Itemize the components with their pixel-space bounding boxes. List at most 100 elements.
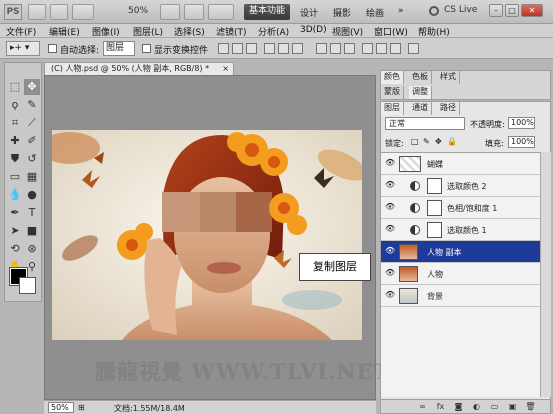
tab-swatches[interactable]: 色板 xyxy=(409,71,432,84)
menu-file[interactable]: 文件(F) xyxy=(6,25,36,38)
bridge-button[interactable] xyxy=(28,4,46,20)
tab-color[interactable]: 颜色 xyxy=(381,71,404,84)
shape-tool-icon[interactable]: ■ xyxy=(24,223,40,239)
layer-row-selected[interactable]: 👁 人物 副本 xyxy=(381,241,540,263)
brush-tool-icon[interactable]: ✐ xyxy=(24,133,40,149)
align-right-icon[interactable] xyxy=(292,43,303,54)
lock-pixels-icon[interactable]: ✎ xyxy=(423,137,430,146)
view-extras-button[interactable] xyxy=(72,4,94,20)
type-tool-icon[interactable]: T xyxy=(24,205,40,221)
layers-scrollbar[interactable] xyxy=(540,152,551,397)
workspace-design[interactable]: 设计 xyxy=(300,6,318,19)
distribute-hcenter-icon[interactable] xyxy=(376,43,387,54)
distribute-vcenter-icon[interactable] xyxy=(330,43,341,54)
maximize-button[interactable]: □ xyxy=(505,4,519,17)
dodge-tool-icon[interactable]: ● xyxy=(24,187,40,203)
layer-row[interactable]: 👁 人物 xyxy=(381,263,540,285)
layer-row[interactable]: 👁 选取颜色 2 xyxy=(381,175,540,197)
quick-select-tool-icon[interactable]: ✎ xyxy=(24,97,40,113)
more-workspaces-icon[interactable]: » xyxy=(398,6,404,16)
path-select-tool-icon[interactable]: ➤ xyxy=(7,223,23,239)
arrange-documents-button[interactable] xyxy=(208,4,234,20)
lock-position-icon[interactable]: ✥ xyxy=(435,137,442,146)
mini-bridge-button[interactable] xyxy=(50,4,68,20)
tab-paths[interactable]: 路径 xyxy=(437,102,460,115)
cs-live-icon[interactable] xyxy=(429,6,439,16)
eraser-tool-icon[interactable]: ▭ xyxy=(7,169,23,185)
align-left-icon[interactable] xyxy=(264,43,275,54)
lock-all-icon[interactable]: 🔒 xyxy=(447,137,457,146)
tool-preset-picker[interactable]: ▸+ ▾ xyxy=(6,41,40,56)
menu-select[interactable]: 选择(S) xyxy=(174,25,205,38)
workspace-essentials-button[interactable]: 基本功能 xyxy=(244,4,290,20)
menu-3d[interactable]: 3D(D) xyxy=(300,25,327,35)
layer-row[interactable]: 👁 背景 xyxy=(381,285,540,307)
tab-styles[interactable]: 样式 xyxy=(437,71,460,84)
menu-help[interactable]: 帮助(H) xyxy=(418,25,450,38)
link-layers-icon[interactable]: ∞ xyxy=(417,402,428,412)
visibility-eye-icon[interactable]: 👁 xyxy=(385,247,395,255)
healing-brush-tool-icon[interactable]: ✚ xyxy=(7,133,23,149)
distribute-bottom-icon[interactable] xyxy=(344,43,355,54)
tab-layers[interactable]: 图层 xyxy=(381,102,404,115)
workspace-photography[interactable]: 摄影 xyxy=(333,6,351,19)
align-hcenter-icon[interactable] xyxy=(278,43,289,54)
3d-rotate-tool-icon[interactable]: ⟲ xyxy=(7,241,23,257)
blur-tool-icon[interactable]: 💧 xyxy=(7,187,23,203)
rotate-view-button[interactable] xyxy=(184,4,204,20)
visibility-eye-icon[interactable]: 👁 xyxy=(385,159,395,167)
menu-view[interactable]: 视图(V) xyxy=(332,25,363,38)
visibility-eye-icon[interactable]: 👁 xyxy=(385,225,395,233)
cs-live-label[interactable]: CS Live xyxy=(444,5,477,15)
tab-masks[interactable]: 蒙版 xyxy=(381,86,404,99)
3d-camera-tool-icon[interactable]: ⊛ xyxy=(24,241,40,257)
history-brush-tool-icon[interactable]: ↺ xyxy=(24,151,40,167)
menu-window[interactable]: 窗口(W) xyxy=(374,25,408,38)
delete-layer-icon[interactable]: 🗑 xyxy=(525,402,536,412)
pen-tool-icon[interactable]: ✒ xyxy=(7,205,23,221)
visibility-eye-icon[interactable]: 👁 xyxy=(385,181,395,189)
eyedropper-tool-icon[interactable]: ⟋ xyxy=(24,115,40,131)
menu-edit[interactable]: 编辑(E) xyxy=(49,25,80,38)
layer-row[interactable]: 👁 色相/饱和度 1 xyxy=(381,197,540,219)
visibility-eye-icon[interactable]: 👁 xyxy=(385,269,395,277)
move-tool-icon[interactable]: ✥ xyxy=(24,79,40,95)
zoom-nav-icon[interactable]: ⊞ xyxy=(78,403,85,412)
layer-style-icon[interactable]: fx xyxy=(435,402,446,412)
workspace-painting[interactable]: 绘画 xyxy=(366,6,384,19)
minimize-button[interactable]: – xyxy=(489,4,503,17)
hand-tool-button[interactable] xyxy=(160,4,180,20)
new-adjustment-icon[interactable]: ◐ xyxy=(471,402,482,412)
menu-filter[interactable]: 滤镜(T) xyxy=(216,25,247,38)
gradient-tool-icon[interactable]: ▦ xyxy=(24,169,40,185)
document-size-status[interactable]: 文档:1.55M/18.4M xyxy=(114,403,185,414)
layer-row[interactable]: 👁 蝴蝶 xyxy=(381,153,540,175)
menu-image[interactable]: 图像(I) xyxy=(92,25,120,38)
image-canvas[interactable] xyxy=(52,130,362,340)
crop-tool-icon[interactable]: ⌗ xyxy=(7,115,23,131)
lock-transparency-icon[interactable]: □ xyxy=(411,137,419,146)
visibility-eye-icon[interactable]: 👁 xyxy=(385,203,395,211)
lasso-tool-icon[interactable]: ϙ xyxy=(7,97,23,113)
new-group-icon[interactable]: ▭ xyxy=(489,402,500,412)
fill-field[interactable]: 100% xyxy=(508,136,535,148)
marquee-tool-icon[interactable]: ⬚ xyxy=(7,79,23,95)
distribute-left-icon[interactable] xyxy=(362,43,373,54)
clone-stamp-tool-icon[interactable]: ⛊ xyxy=(7,151,23,167)
auto-select-checkbox[interactable] xyxy=(48,44,57,53)
close-button[interactable]: ✕ xyxy=(521,4,543,17)
visibility-eye-icon[interactable]: 👁 xyxy=(385,291,395,299)
status-zoom-field[interactable]: 50% xyxy=(48,402,74,413)
menu-analysis[interactable]: 分析(A) xyxy=(258,25,289,38)
new-layer-icon[interactable]: ▣ xyxy=(507,402,518,412)
align-top-icon[interactable] xyxy=(218,43,229,54)
distribute-right-icon[interactable] xyxy=(390,43,401,54)
opacity-field[interactable]: 100% xyxy=(508,117,535,129)
align-vcenter-icon[interactable] xyxy=(232,43,243,54)
tab-adjustments[interactable]: 调整 xyxy=(409,86,432,99)
document-tab-close-icon[interactable]: × xyxy=(222,63,229,75)
zoom-level[interactable]: 50% xyxy=(128,6,148,16)
distribute-top-icon[interactable] xyxy=(316,43,327,54)
document-tab[interactable]: (C) 人物.psd @ 50% (人物 副本, RGB/8) * × xyxy=(44,62,234,75)
tab-channels[interactable]: 通道 xyxy=(409,102,432,115)
